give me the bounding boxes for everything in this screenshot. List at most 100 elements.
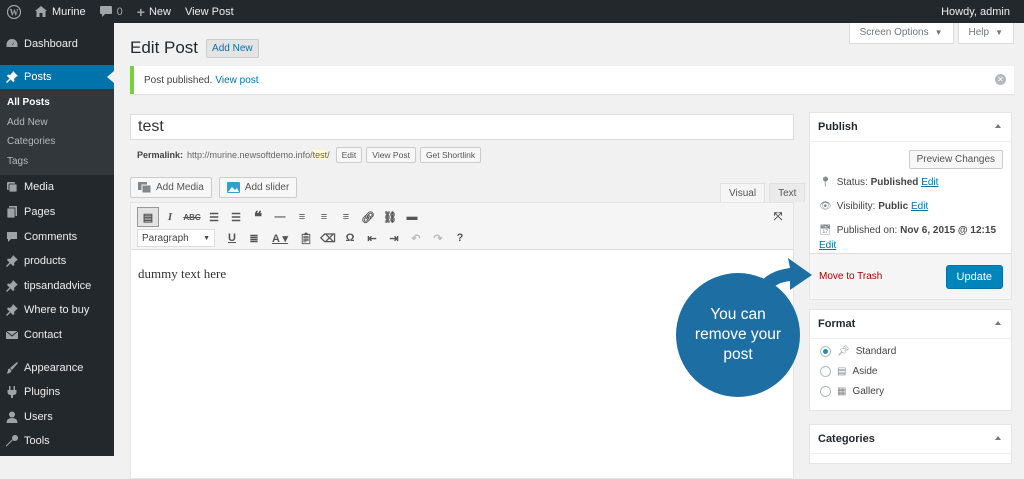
sidebar-item-users[interactable]: Users xyxy=(0,405,114,430)
comments-link[interactable]: 0 xyxy=(93,0,130,23)
tab-text[interactable]: Text xyxy=(769,183,806,202)
image-icon xyxy=(226,182,240,193)
fullscreen-icon[interactable]: ⤧ xyxy=(767,207,789,227)
tab-visual[interactable]: Visual xyxy=(720,183,766,202)
text-color-icon[interactable]: A ▾ xyxy=(265,228,295,248)
sidebar-item-label: Contact xyxy=(24,329,62,342)
redo-icon[interactable]: ↷ xyxy=(427,228,449,248)
align-left-icon[interactable]: ≡ xyxy=(291,207,313,227)
collapse-arrow-icon[interactable] xyxy=(995,321,1001,325)
align-center-icon[interactable]: ≡ xyxy=(313,207,335,227)
radio-button[interactable] xyxy=(820,346,831,357)
edit-permalink-button[interactable]: Edit xyxy=(335,147,363,163)
callout-line-3: post xyxy=(723,346,753,363)
sidebar-item-pages[interactable]: Pages xyxy=(0,200,114,225)
submenu-tags[interactable]: Tags xyxy=(0,152,114,172)
wordpress-logo-icon[interactable]: W xyxy=(0,0,28,23)
publish-box-title: Publish xyxy=(818,121,858,133)
undo-icon[interactable]: ↶ xyxy=(405,228,427,248)
sidebar-item-label: products xyxy=(24,255,67,268)
paragraph-format-select[interactable]: Paragraph ▼ xyxy=(137,229,215,247)
view-post-link[interactable]: View post xyxy=(215,75,258,86)
collapse-arrow-icon[interactable] xyxy=(995,436,1001,440)
sidebar-item-tipsandadvice[interactable]: tipsandadvice xyxy=(0,274,114,299)
submenu-categories[interactable]: Categories xyxy=(0,132,114,152)
pin-icon: 📍︎ xyxy=(819,177,832,188)
sidebar-item-comments[interactable]: Comments xyxy=(0,224,114,249)
sidebar-item-tools[interactable]: Tools xyxy=(0,429,114,454)
categories-box-title: Categories xyxy=(818,433,875,445)
account-menu[interactable]: Howdy, admin xyxy=(934,0,1024,23)
submenu-all-posts[interactable]: All Posts xyxy=(0,93,114,113)
help-icon[interactable]: ? xyxy=(449,228,471,248)
sidebar-item-dashboard[interactable]: Dashboard xyxy=(0,32,114,57)
clear-formatting-icon[interactable]: ⌫ xyxy=(317,228,339,248)
add-slider-button[interactable]: Add slider xyxy=(218,177,298,198)
view-post-button[interactable]: View Post xyxy=(366,147,416,163)
outdent-icon[interactable]: ⇤ xyxy=(361,228,383,248)
format-box-header[interactable]: Format xyxy=(810,310,1011,339)
underline-icon[interactable]: U xyxy=(221,228,243,248)
edit-date-link[interactable]: Edit xyxy=(819,240,836,251)
collapse-arrow-icon[interactable] xyxy=(995,124,1001,128)
align-right-icon[interactable]: ≡ xyxy=(335,207,357,227)
submenu-add-new[interactable]: Add New xyxy=(0,113,114,133)
format-option-standard[interactable]: 📌︎ Standard xyxy=(820,346,896,357)
sidebar-item-contact[interactable]: Contact xyxy=(0,323,114,348)
format-option-gallery[interactable]: ▦ Gallery xyxy=(820,386,884,397)
site-name-link[interactable]: Murine xyxy=(28,0,93,23)
paste-text-icon[interactable]: 📋︎ xyxy=(295,228,317,248)
publish-box-header[interactable]: Publish xyxy=(810,113,1011,142)
strikethrough-icon[interactable]: ABC xyxy=(181,207,203,227)
numbered-list-icon[interactable]: ☰ xyxy=(225,207,247,227)
screen-options-button[interactable]: Screen Options ▼ xyxy=(848,23,954,44)
add-media-button[interactable]: Add Media xyxy=(130,177,212,198)
indent-icon[interactable]: ⇥ xyxy=(383,228,405,248)
add-new-button[interactable]: Add New xyxy=(206,38,259,58)
bullet-list-icon[interactable]: ☰ xyxy=(203,207,225,227)
svg-text:W: W xyxy=(10,7,19,17)
get-shortlink-button[interactable]: Get Shortlink xyxy=(419,147,482,163)
new-content-link[interactable]: + New xyxy=(130,0,178,23)
media-buttons: Add Media Add slider xyxy=(130,177,298,198)
permalink-url[interactable]: http://murine.newsoftdemo.info/test/ xyxy=(187,150,330,160)
preview-changes-button[interactable]: Preview Changes xyxy=(908,150,1003,169)
edit-status-link[interactable]: Edit xyxy=(921,177,938,188)
move-to-trash-link[interactable]: Move to Trash xyxy=(819,271,882,282)
visibility-value: Public xyxy=(878,201,909,212)
special-character-icon[interactable]: Ω xyxy=(339,228,361,248)
toolbar-toggle-icon[interactable]: ▤ xyxy=(137,207,159,227)
italic-icon[interactable]: I xyxy=(159,207,181,227)
radio-button[interactable] xyxy=(820,386,831,397)
pin-icon xyxy=(6,279,18,292)
view-post-link[interactable]: View Post xyxy=(178,0,241,23)
horizontal-line-icon[interactable]: — xyxy=(269,207,291,227)
link-icon[interactable]: 🔗︎ xyxy=(357,207,379,227)
howdy-text: Howdy, admin xyxy=(941,5,1010,18)
help-button[interactable]: Help ▼ xyxy=(957,23,1014,44)
read-more-icon[interactable]: ▬ xyxy=(401,207,423,227)
sidebar-item-products[interactable]: products xyxy=(0,249,114,274)
sidebar-item-posts[interactable]: Posts xyxy=(0,64,114,90)
status-row: 📍︎ Status: Published Edit xyxy=(819,177,938,188)
sidebar-item-media[interactable]: Media xyxy=(0,175,114,200)
format-option-aside[interactable]: ▤ Aside xyxy=(820,366,877,377)
post-title-input[interactable]: test xyxy=(130,114,794,140)
permalink-label: Permalink: xyxy=(137,150,184,160)
justify-icon[interactable]: ≣ xyxy=(243,228,265,248)
blockquote-icon[interactable]: ❝ xyxy=(247,207,269,227)
sidebar-item-label: Posts xyxy=(24,70,52,83)
sidebar-item-where-to-buy[interactable]: Where to buy xyxy=(0,298,114,323)
update-button[interactable]: Update xyxy=(945,265,1003,289)
media-icon xyxy=(6,181,18,193)
sidebar-item-label: Tools xyxy=(24,435,50,448)
categories-box-header[interactable]: Categories xyxy=(810,425,1011,454)
unlink-icon[interactable]: ⛓︎ xyxy=(379,207,401,227)
dismiss-icon[interactable]: ✕ xyxy=(995,74,1006,85)
admin-sidebar: Dashboard Posts All Posts Add New Catego… xyxy=(0,23,114,456)
sidebar-item-plugins[interactable]: Plugins xyxy=(0,380,114,405)
edit-visibility-link[interactable]: Edit xyxy=(911,201,928,212)
radio-button[interactable] xyxy=(820,366,831,377)
permalink-slug: test xyxy=(312,150,328,160)
sidebar-item-appearance[interactable]: Appearance xyxy=(0,355,114,380)
